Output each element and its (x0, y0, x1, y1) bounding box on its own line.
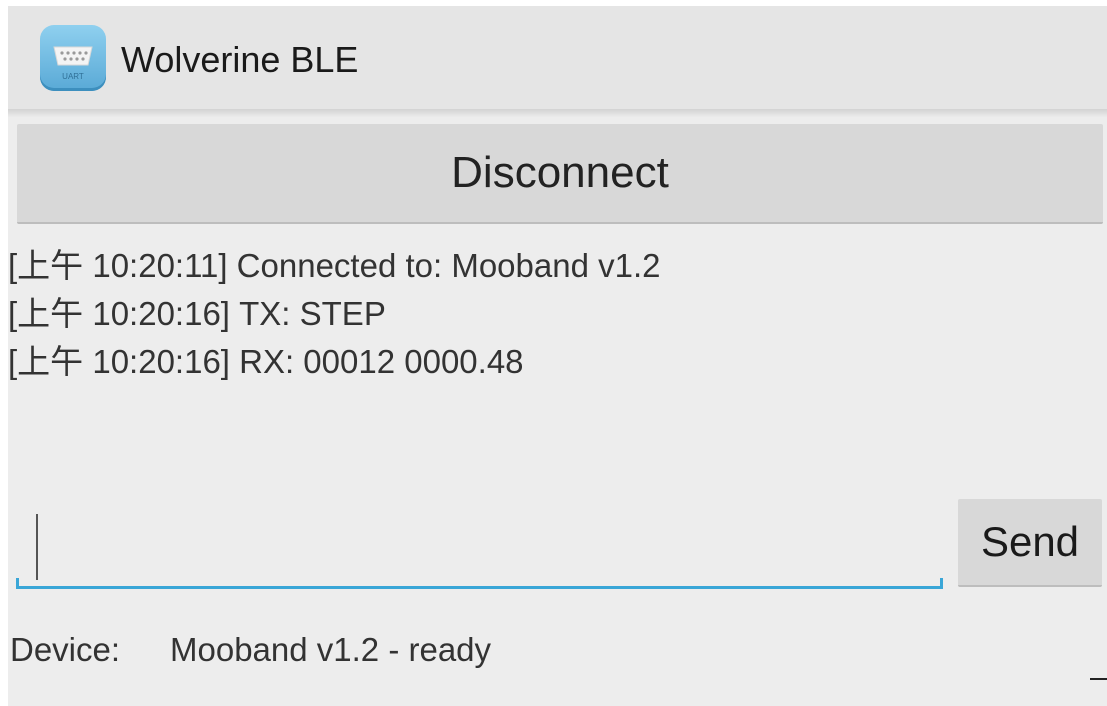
log-line: [上午 10:20:16] RX: 00012 0000.48 (8, 343, 524, 380)
app-screen: UART Wolverine BLE Disconnect [上午 10:20:… (8, 6, 1107, 706)
input-underline-left-tick (16, 578, 19, 588)
message-log: [上午 10:20:11] Connected to: Mooband v1.2… (8, 242, 1098, 386)
disconnect-button[interactable]: Disconnect (17, 124, 1103, 224)
send-button[interactable]: Send (958, 499, 1102, 587)
app-icon-caption: UART (62, 72, 84, 81)
device-status-row: Device: Mooband v1.2 - ready (10, 628, 491, 672)
text-cursor (36, 514, 38, 580)
device-status: Mooband v1.2 - ready (170, 631, 492, 668)
device-label: Device: (10, 631, 121, 668)
message-input-container (16, 506, 943, 592)
input-underline (16, 586, 943, 589)
action-bar: UART Wolverine BLE (8, 6, 1107, 109)
action-bar-shadow (8, 109, 1107, 117)
log-line: [上午 10:20:11] Connected to: Mooband v1.2 (8, 247, 661, 284)
app-title: Wolverine BLE (121, 39, 359, 80)
log-line: [上午 10:20:16] TX: STEP (8, 295, 386, 332)
message-input[interactable] (16, 506, 943, 584)
uart-connector-icon: UART (40, 25, 106, 91)
input-underline-right-tick (940, 578, 943, 588)
corner-dash (1090, 678, 1107, 680)
